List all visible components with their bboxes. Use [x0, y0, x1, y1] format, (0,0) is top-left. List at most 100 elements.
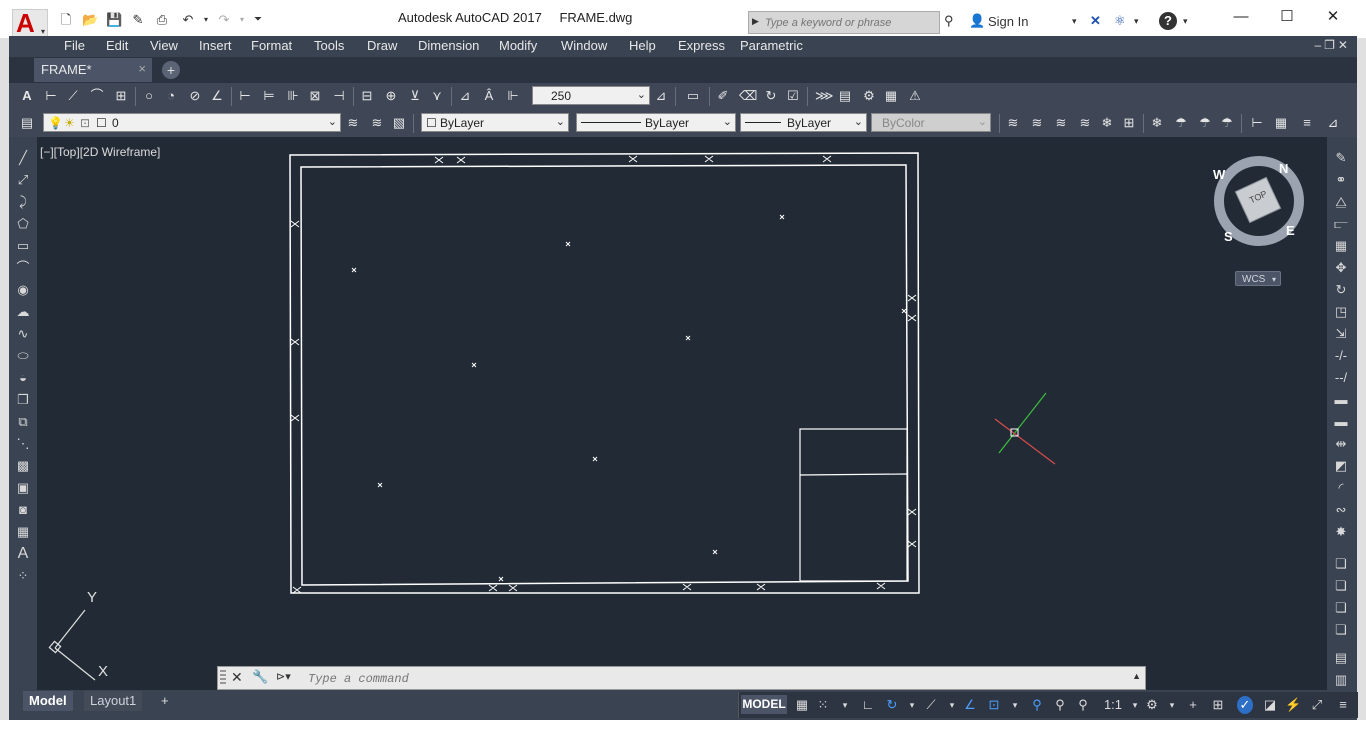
linetype-dropdown[interactable]: ByLayer ⌄	[576, 113, 736, 132]
open-file-icon[interactable]: 📂	[82, 12, 98, 28]
extend-icon[interactable]: --/	[1332, 369, 1350, 387]
document-window-controls[interactable]: –❐✕	[1315, 38, 1352, 52]
spline-icon[interactable]: ∿	[14, 325, 32, 343]
center-mark-icon[interactable]: ⊕	[383, 88, 399, 104]
inspection-icon[interactable]: ⊻	[407, 88, 423, 104]
text-front-icon[interactable]: ▤	[1332, 649, 1350, 667]
text-style-icon[interactable]: A	[19, 88, 35, 104]
make-current-layer-icon[interactable]: ≋	[345, 115, 361, 131]
ucs-menu-button[interactable]: WCS ▾	[1235, 271, 1281, 286]
draw-order-front-icon[interactable]: ❏	[1332, 555, 1350, 573]
diameter-dimension-icon[interactable]: ⊘	[187, 88, 203, 104]
osnap-dropdown-icon[interactable]: ▾	[1007, 696, 1023, 714]
command-line-grip[interactable]	[220, 670, 226, 686]
menu-modify[interactable]: Modify	[499, 38, 537, 53]
redo-dropdown-icon[interactable]: ▾	[234, 12, 250, 28]
polar-dropdown-icon[interactable]: ▾	[904, 696, 920, 714]
polygon-icon[interactable]: ⬠	[14, 215, 32, 233]
command-history-icon[interactable]: ▲	[1132, 671, 1141, 681]
layer-isolate-icon[interactable]: ⚙	[861, 88, 877, 104]
chamfer-icon[interactable]: ◩	[1332, 457, 1350, 475]
undo-dropdown-icon[interactable]: ▾	[198, 12, 214, 28]
bring-above-icon[interactable]: ❏	[1332, 599, 1350, 617]
model-space-button[interactable]: MODEL	[741, 695, 787, 714]
layer-dropdown[interactable]: 💡 ☀ ⊡ ☐ 0 ⌄	[43, 113, 341, 132]
dimension-edit-icon[interactable]: ⊿	[457, 88, 473, 104]
annotation-scale-value[interactable]: 1:1	[1099, 696, 1127, 714]
auto-scale-icon[interactable]: ⚲	[1052, 696, 1068, 714]
menu-dimension[interactable]: Dimension	[418, 38, 479, 53]
clean-screen-icon[interactable]: ⤢	[1309, 696, 1325, 714]
dimension-update-icon[interactable]: ⊩	[505, 88, 521, 104]
polar-tracking-icon[interactable]: ↻	[884, 696, 900, 714]
tolerance-icon[interactable]: ⊟	[359, 88, 375, 104]
menu-window[interactable]: Window	[561, 38, 607, 53]
draw-order-icon[interactable]: ▭	[685, 88, 701, 104]
menu-insert[interactable]: Insert	[199, 38, 232, 53]
make-block-icon[interactable]: ⧉	[14, 413, 32, 431]
menu-file[interactable]: File	[64, 38, 85, 53]
close-tab-icon[interactable]: ×	[138, 61, 146, 76]
workspace-gear-icon[interactable]: ⚙	[1144, 696, 1160, 714]
layer-off-icon[interactable]: ≋	[1005, 115, 1021, 131]
annotation-visibility-icon[interactable]: ⚲	[1029, 696, 1045, 714]
circle-icon[interactable]: ◉	[14, 281, 32, 299]
menu-express[interactable]: Express	[678, 38, 725, 53]
sign-in-dropdown-icon[interactable]: ▾	[1072, 12, 1077, 30]
linear-dimension-icon[interactable]: ⊢	[43, 88, 59, 104]
layer-walk-icon[interactable]: ▤	[837, 88, 853, 104]
gradient-icon[interactable]: ▣	[14, 479, 32, 497]
drawing-svg[interactable]	[9, 137, 1357, 690]
layer-thaw-icon[interactable]: ≋	[1077, 115, 1093, 131]
sign-in-button[interactable]: Sign In	[988, 14, 1028, 29]
units-icon[interactable]: ⊞	[1210, 696, 1226, 714]
refresh-icon[interactable]: ↻	[763, 88, 779, 104]
rotate-icon[interactable]: ↻	[1332, 281, 1350, 299]
trim-icon[interactable]: -/-	[1332, 347, 1350, 365]
ellipse-icon[interactable]: ⬭	[14, 347, 32, 365]
move-icon[interactable]: ✥	[1332, 259, 1350, 277]
quick-properties-icon[interactable]: ✓	[1237, 696, 1253, 714]
layer-unlock-icon[interactable]: ❄	[1099, 115, 1115, 131]
scale-icon[interactable]: ◳	[1332, 303, 1350, 321]
grid-icon[interactable]: ▦	[794, 696, 810, 714]
plotstyle-dropdown[interactable]: ByColor ⌄	[871, 113, 991, 132]
help-search-box[interactable]: ▶	[748, 11, 940, 34]
layer-translate-icon[interactable]: ☂	[1173, 115, 1189, 131]
object-snap-tracking-icon[interactable]: ∠	[962, 696, 978, 714]
tab-layout1[interactable]: Layout1	[84, 691, 143, 711]
application-menu-button[interactable]: A ▾	[12, 8, 48, 39]
angular-dimension-icon[interactable]: ∠	[209, 88, 225, 104]
dimension-text-edit-icon[interactable]: Â	[481, 88, 497, 104]
quick-dimension-icon[interactable]: ⊢	[237, 88, 253, 104]
arc-length-icon[interactable]: ⌒	[89, 88, 105, 104]
layer-properties-icon[interactable]: ▤	[19, 115, 35, 131]
blend-curves-icon[interactable]: ∾	[1332, 501, 1350, 519]
baseline-dimension-icon[interactable]: ⊨	[261, 88, 277, 104]
redo-icon[interactable]: ↷	[216, 12, 232, 28]
layer-filter-icon[interactable]: ⋙	[815, 88, 834, 104]
new-tab-button[interactable]: +	[162, 61, 180, 79]
menu-tools[interactable]: Tools	[314, 38, 344, 53]
menu-parametric[interactable]: Parametric	[740, 38, 803, 53]
copy-icon[interactable]: ⚭	[1332, 171, 1350, 189]
construction-line-icon[interactable]: ⤢	[14, 171, 32, 189]
annotation-scale-icon[interactable]: ⚲	[1075, 696, 1091, 714]
dimension-style-manager-icon[interactable]: ⊿	[653, 88, 669, 104]
help-button[interactable]: ?	[1159, 12, 1177, 30]
erase-icon[interactable]: ⌫	[739, 88, 757, 104]
file-tab-frame[interactable]: FRAME* ×	[34, 58, 152, 82]
annotation-monitor-icon[interactable]: +	[1185, 696, 1201, 714]
send-under-icon[interactable]: ❏	[1332, 621, 1350, 639]
draw-order-back-icon[interactable]: ❏	[1332, 577, 1350, 595]
menu-edit[interactable]: Edit	[106, 38, 128, 53]
customize-wrench-icon[interactable]: 🔧	[252, 669, 268, 685]
stretch-icon[interactable]: ⇲	[1332, 325, 1350, 343]
layer-freeze-icon[interactable]: ≋	[1053, 115, 1069, 131]
customization-menu-icon[interactable]: ≡	[1335, 696, 1351, 714]
line-icon[interactable]: ╱	[14, 149, 32, 167]
viewport-controls[interactable]: [−][Top][2D Wireframe]	[40, 145, 160, 159]
jogged-linear-icon[interactable]: ⋎	[429, 88, 445, 104]
exchange-apps-icon[interactable]: ✕	[1090, 12, 1101, 30]
multiline-text-icon[interactable]: A	[14, 545, 32, 563]
